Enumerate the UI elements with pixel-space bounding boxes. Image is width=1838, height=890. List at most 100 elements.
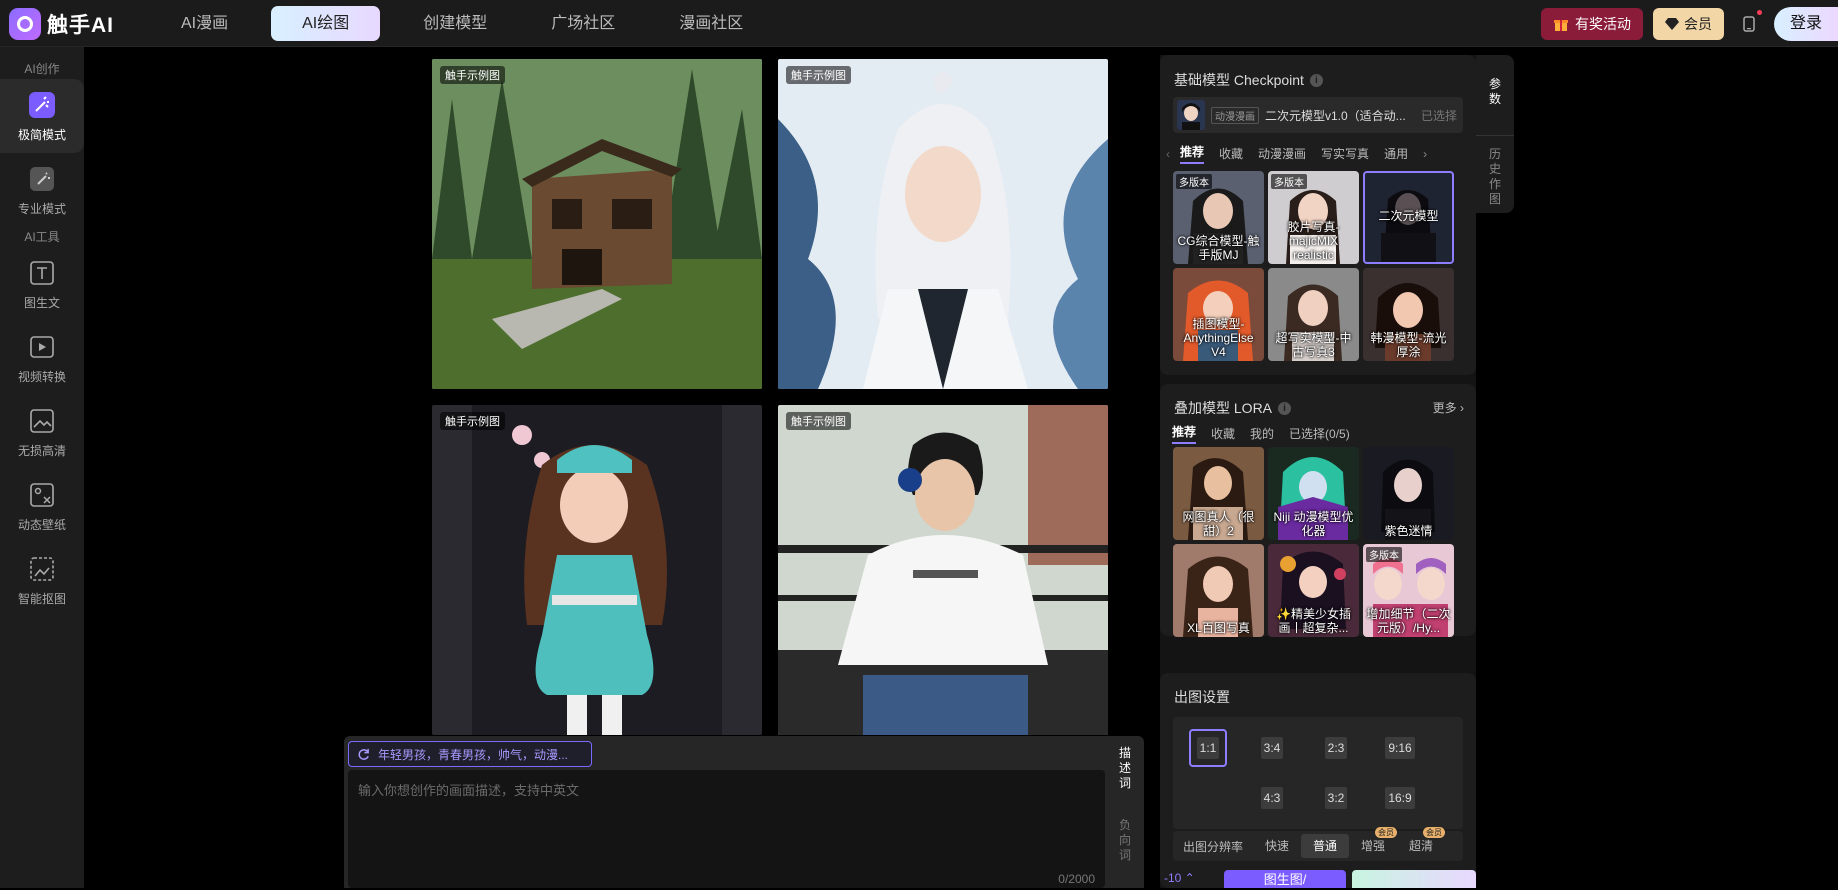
tab-general[interactable]: 通用 bbox=[1384, 145, 1408, 162]
mobile-app-icon[interactable] bbox=[1734, 9, 1764, 39]
wallpaper-icon bbox=[27, 480, 57, 510]
tab-favorites[interactable]: 收藏 bbox=[1219, 145, 1243, 162]
lora-model-card[interactable]: 多版本 增加细节（二次元版）/Hy... bbox=[1363, 544, 1454, 637]
lora-model-card[interactable]: 网图真人（很甜）2 bbox=[1173, 447, 1264, 540]
example-image-anime-man[interactable]: 触手示例图 bbox=[778, 59, 1108, 389]
lora-model-card[interactable]: ✨精美少女插画丨超复杂... bbox=[1268, 544, 1359, 637]
info-icon[interactable]: i bbox=[1309, 73, 1323, 87]
lora-model-card[interactable]: XL百图写真 bbox=[1173, 544, 1264, 637]
model-caption: 二次元模型 bbox=[1378, 209, 1439, 223]
app-name: 触手AI bbox=[47, 14, 114, 37]
ratio-4-3[interactable]: 4:3 bbox=[1253, 779, 1291, 817]
sidebar-item-video-convert[interactable]: 视频转换 bbox=[0, 321, 84, 395]
tab-label: 历史作图 bbox=[1488, 147, 1501, 206]
example-image-doll-girl[interactable]: 触手示例图 bbox=[432, 405, 762, 735]
nav-community[interactable]: 广场社区 bbox=[520, 6, 646, 41]
multi-version-badge: 多版本 bbox=[1366, 547, 1402, 562]
sidebar-item-image-to-text[interactable]: 图生文 bbox=[0, 247, 84, 321]
checkpoint-model-card[interactable]: 多版本 CG综合模型-触手版MJ bbox=[1173, 171, 1264, 264]
sparkle-icon bbox=[27, 164, 57, 194]
credit-cost: -10 ⌃ bbox=[1164, 871, 1195, 885]
checkpoint-model-card[interactable]: 插图模型-AnythingElse V4 bbox=[1173, 268, 1264, 361]
vip-badge: 会员 bbox=[1423, 827, 1446, 838]
image-text-icon bbox=[27, 258, 57, 288]
image-to-image-button[interactable]: 图生图/ bbox=[1224, 870, 1346, 888]
lora-more-link[interactable]: 更多 › bbox=[1433, 399, 1464, 416]
top-bar: 触手AI AI漫画 AI绘图 创建模型 广场社区 漫画社区 有奖活动 会员 登录 bbox=[0, 0, 1838, 47]
tab-mine[interactable]: 我的 bbox=[1250, 425, 1274, 442]
ratio-16-9[interactable]: 16:9 bbox=[1381, 779, 1419, 817]
logo[interactable]: 触手AI bbox=[9, 8, 114, 40]
login-button[interactable]: 登录 bbox=[1773, 7, 1838, 41]
tab-label: 负向词 bbox=[1118, 818, 1131, 862]
resolution-fast[interactable]: 快速 bbox=[1253, 834, 1301, 858]
sidebar-item-live-wallpaper[interactable]: 动态壁纸 bbox=[0, 469, 84, 543]
magic-wand-icon bbox=[27, 90, 57, 120]
generate-button[interactable] bbox=[1352, 870, 1476, 888]
tab-history[interactable]: 历史作图 bbox=[1476, 147, 1514, 207]
lora-grid: 网图真人（很甜）2 Niji 动漫模型优化器 紫色迷情 XL百图写真 ✨精美少女… bbox=[1173, 447, 1454, 637]
resolution-ultra[interactable]: 超清 会员 bbox=[1397, 827, 1446, 858]
settings-panel: 基础模型 Checkpoint i 动漫漫画 二次元模型v1.0（适合动... … bbox=[1160, 55, 1476, 888]
tab-favorites[interactable]: 收藏 bbox=[1211, 425, 1235, 442]
ratio-1-1[interactable]: 1:1 bbox=[1189, 729, 1227, 767]
example-image-house[interactable]: 触手示例图 bbox=[432, 59, 762, 389]
tab-anime[interactable]: 动漫漫画 bbox=[1258, 145, 1306, 162]
right-side-tabs: 参数 历史作图 bbox=[1476, 55, 1514, 213]
ratio-label: 1:1 bbox=[1196, 737, 1220, 759]
checkpoint-model-card-selected[interactable]: 二次元模型 bbox=[1363, 171, 1454, 264]
chevron-left-icon[interactable]: ‹ bbox=[1166, 147, 1170, 161]
info-icon[interactable]: i bbox=[1278, 401, 1292, 415]
checkpoint-model-card[interactable]: 超写实模型-中古写真3 bbox=[1268, 268, 1359, 361]
lora-model-card[interactable]: 紫色迷情 bbox=[1363, 447, 1454, 540]
resolution-enhanced[interactable]: 增强 会员 bbox=[1349, 827, 1398, 858]
checkpoint-model-card[interactable]: 多版本 胶片写真-majicMIX realistic bbox=[1268, 171, 1359, 264]
model-caption: 胶片写真-majicMIX realistic bbox=[1287, 220, 1340, 262]
tab-negative-prompt[interactable]: 负向词 bbox=[1110, 818, 1140, 863]
ratio-label: 2:3 bbox=[1324, 737, 1348, 759]
sidebar-label: 极简模式 bbox=[17, 127, 66, 142]
tab-recommended[interactable]: 推荐 bbox=[1172, 423, 1197, 444]
sidebar-item-upscale[interactable]: 无损高清 bbox=[0, 395, 84, 469]
lora-card: 叠加模型 LORA i 更多 › 推荐 收藏 我的 已选择(0/5) 网图真人（… bbox=[1160, 384, 1476, 637]
tab-selected[interactable]: 已选择(0/5) bbox=[1289, 425, 1350, 442]
sidebar-label: 无损高清 bbox=[17, 443, 66, 458]
generate-bar: -10 ⌃ 图生图/ bbox=[1160, 868, 1476, 888]
sidebar-item-pro-mode[interactable]: 专业模式 bbox=[0, 153, 84, 227]
resolution-option-label: 增强 bbox=[1361, 839, 1386, 853]
tab-realistic[interactable]: 写实写真 bbox=[1321, 145, 1369, 162]
sidebar-label: 视频转换 bbox=[17, 369, 66, 384]
sidebar-item-cutout[interactable]: 智能抠图 bbox=[0, 543, 84, 617]
ratio-3-4[interactable]: 3:4 bbox=[1253, 729, 1291, 767]
sidebar-group-create: AI创作 bbox=[24, 62, 60, 76]
example-tag: 触手示例图 bbox=[440, 412, 505, 430]
example-tag: 触手示例图 bbox=[786, 66, 851, 84]
ratio-9-16[interactable]: 9:16 bbox=[1381, 729, 1419, 767]
nav-ai-comic[interactable]: AI漫画 bbox=[150, 6, 259, 41]
ratio-3-2[interactable]: 3:2 bbox=[1317, 779, 1355, 817]
model-caption: XL百图写真 bbox=[1187, 621, 1250, 635]
prompt-suggestion[interactable]: 年轻男孩，青春男孩，帅气，动漫... bbox=[348, 741, 592, 767]
nav-create-model[interactable]: 创建模型 bbox=[392, 6, 518, 41]
model-caption: 插图模型-AnythingElse V4 bbox=[1183, 317, 1254, 359]
chevron-right-icon[interactable]: › bbox=[1423, 147, 1427, 161]
event-button[interactable]: 有奖活动 bbox=[1540, 8, 1643, 40]
tab-recommended[interactable]: 推荐 bbox=[1180, 143, 1205, 164]
nav-ai-drawing[interactable]: AI绘图 bbox=[271, 6, 381, 41]
vip-button[interactable]: 会员 bbox=[1652, 8, 1724, 40]
selected-checkpoint[interactable]: 动漫漫画 二次元模型v1.0（适合动... 已选择 bbox=[1173, 97, 1463, 133]
tab-params[interactable]: 参数 bbox=[1476, 77, 1514, 107]
lora-title-text: 叠加模型 LORA bbox=[1174, 400, 1273, 416]
example-image-young-man[interactable]: 触手示例图 bbox=[778, 405, 1108, 735]
lora-model-card[interactable]: Niji 动漫模型优化器 bbox=[1268, 447, 1359, 540]
sidebar-group-tools: AI工具 bbox=[24, 230, 60, 244]
checkpoint-model-card[interactable]: 韩漫模型-流光厚涂 bbox=[1363, 268, 1454, 361]
ratio-2-3[interactable]: 2:3 bbox=[1317, 729, 1355, 767]
nav-comic-community[interactable]: 漫画社区 bbox=[648, 6, 774, 41]
prompt-input[interactable] bbox=[348, 770, 1105, 866]
sidebar-item-simple-mode[interactable]: 极简模式 bbox=[0, 79, 84, 153]
resolution-normal[interactable]: 普通 bbox=[1301, 834, 1350, 858]
refresh-icon bbox=[358, 748, 369, 760]
output-settings-card: 出图设置 1:1 3:4 2:3 9:16 4:3 3:2 16:9 出图分辨率… bbox=[1160, 673, 1476, 888]
tab-positive-prompt[interactable]: 描述词 bbox=[1110, 746, 1140, 791]
